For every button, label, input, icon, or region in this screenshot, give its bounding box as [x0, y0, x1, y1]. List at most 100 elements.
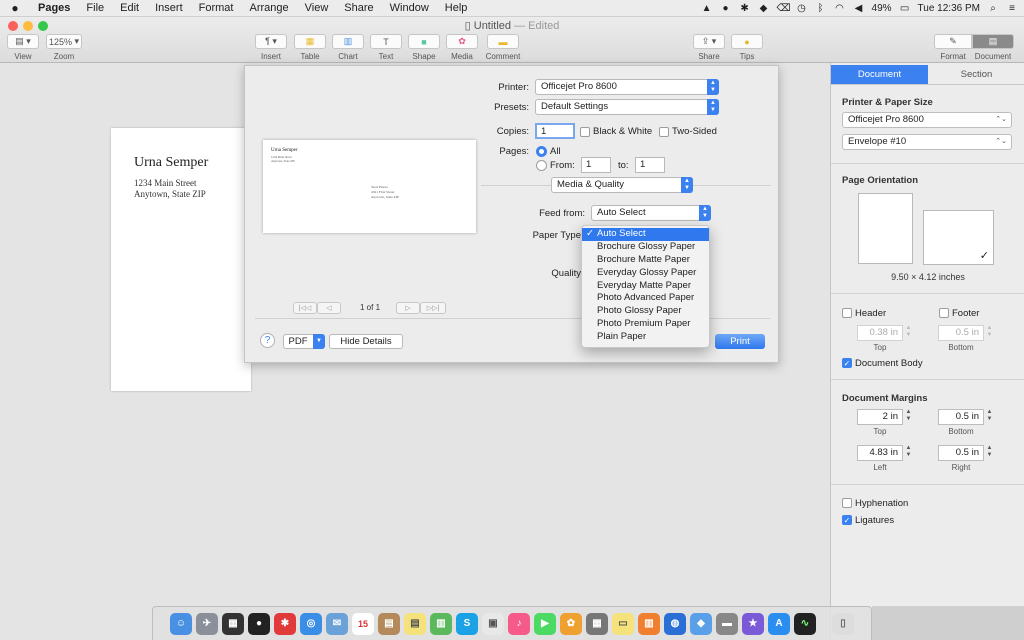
header-margin-field[interactable]: 0.38 in: [857, 325, 903, 341]
time-machine-icon[interactable]: ◷: [796, 3, 808, 14]
hide-details-button[interactable]: Hide Details: [329, 334, 403, 349]
preview-icon[interactable]: ▣: [482, 612, 504, 635]
chart-tool[interactable]: ▥ Chart: [332, 34, 364, 61]
first-page-button[interactable]: |◁◁: [293, 302, 317, 314]
tips-tool[interactable]: ● Tips: [731, 34, 763, 61]
margin-right-field[interactable]: 0.5 in: [938, 445, 984, 461]
document-tool[interactable]: ▤ Document: [972, 34, 1014, 61]
share-tool[interactable]: ⇪ ▾ Share: [693, 34, 725, 61]
skype-icon[interactable]: S: [456, 612, 478, 635]
stepper-icon[interactable]: ▲ ▼: [985, 445, 994, 461]
pages-all-radio[interactable]: [536, 146, 547, 157]
black-white-checkbox[interactable]: [580, 127, 590, 137]
sidebar-icon[interactable]: ▤ ▾: [7, 34, 39, 49]
ibooks-icon[interactable]: ▥: [638, 612, 660, 635]
dropbox-icon[interactable]: ◆: [690, 612, 712, 635]
activity-monitor-icon[interactable]: ∿: [794, 612, 816, 635]
paper-size-popup[interactable]: Envelope #10 ⌃⌄: [842, 134, 1012, 150]
footer-checkbox[interactable]: [939, 308, 949, 318]
printer-popup[interactable]: Officejet Pro 8600 ▲ ▼: [535, 79, 719, 95]
app-icon[interactable]: ★: [742, 612, 764, 635]
finder-icon[interactable]: ☺: [170, 612, 192, 635]
stepper-icon[interactable]: ▲ ▼: [904, 325, 913, 341]
menu-share[interactable]: Share: [336, 2, 381, 14]
menu-view[interactable]: View: [297, 2, 337, 14]
clock[interactable]: Tue 12:36 PM: [918, 3, 980, 14]
comment-tool[interactable]: ▬ Comment: [484, 34, 522, 61]
sender-address[interactable]: 1234 Main Street Anytown, State ZIP: [134, 178, 206, 200]
last-page-button[interactable]: ▷▷|: [420, 302, 446, 314]
status-app-icon[interactable]: ✱: [739, 3, 751, 14]
portrait-orientation[interactable]: [858, 193, 913, 264]
menu-pages[interactable]: Pages: [30, 2, 78, 14]
app-icon[interactable]: ✱: [274, 612, 296, 635]
paper-type-option[interactable]: Photo Premium Paper: [582, 318, 709, 331]
text-icon[interactable]: T: [370, 34, 402, 49]
menu-arrange[interactable]: Arrange: [241, 2, 296, 14]
view-tool[interactable]: ▤ ▾ View: [7, 34, 39, 61]
shape-icon[interactable]: ■: [408, 34, 440, 49]
sender-name[interactable]: Urna Semper: [134, 155, 208, 171]
facetime-icon[interactable]: ▶: [534, 612, 556, 635]
mission-control-icon[interactable]: ▦: [222, 612, 244, 635]
pages-from-radio[interactable]: [536, 160, 547, 171]
status-app-icon[interactable]: ▲: [701, 3, 713, 14]
app-store-icon[interactable]: A: [768, 612, 790, 635]
section-popup[interactable]: Media & Quality ▲ ▼: [551, 177, 693, 193]
tips-icon[interactable]: ●: [731, 34, 763, 49]
format-tool[interactable]: ✎ Format: [934, 34, 972, 61]
status-app-icon[interactable]: ●: [720, 3, 732, 14]
stepper-icon[interactable]: ▲ ▼: [985, 409, 994, 425]
tab-section[interactable]: Section: [928, 65, 1024, 84]
ligatures-checkbox[interactable]: ✓: [842, 515, 852, 525]
photos-icon[interactable]: ✿: [560, 612, 582, 635]
globe-icon[interactable]: ◍: [664, 612, 686, 635]
paper-type-option[interactable]: Everyday Matte Paper: [582, 280, 709, 293]
margin-bottom-field[interactable]: 0.5 in: [938, 409, 984, 425]
pages-from-field[interactable]: 1: [581, 157, 611, 173]
hyphenation-checkbox[interactable]: [842, 498, 852, 508]
calendar-icon[interactable]: 15: [352, 612, 374, 635]
menu-edit[interactable]: Edit: [112, 2, 147, 14]
table-tool[interactable]: ▦ Table: [294, 34, 326, 61]
apple-menu-icon[interactable]: ●: [0, 1, 30, 15]
volume-icon[interactable]: ◀: [853, 3, 865, 14]
chart-icon[interactable]: ▥: [332, 34, 364, 49]
status-app-icon[interactable]: ⌫: [777, 3, 791, 14]
document-icon[interactable]: ▤: [972, 34, 1014, 49]
stepper-icon[interactable]: ▲ ▼: [985, 325, 994, 341]
menu-window[interactable]: Window: [382, 2, 437, 14]
copies-field[interactable]: 1: [535, 123, 575, 139]
spotlight-icon[interactable]: ⌕: [987, 3, 999, 14]
trash-icon[interactable]: ▯: [832, 612, 854, 635]
notification-center-icon[interactable]: ≡: [1006, 3, 1018, 14]
paper-type-option[interactable]: Brochure Glossy Paper: [582, 241, 709, 254]
media-icon[interactable]: ✿: [446, 34, 478, 49]
menu-format[interactable]: Format: [191, 2, 242, 14]
format-brush-icon[interactable]: ✎: [934, 34, 972, 49]
itunes-icon[interactable]: ♪: [508, 612, 530, 635]
comment-icon[interactable]: ▬: [487, 34, 519, 49]
two-sided-checkbox[interactable]: [659, 127, 669, 137]
share-icon[interactable]: ⇪ ▾: [693, 34, 725, 49]
print-button[interactable]: Print: [715, 334, 765, 349]
shape-tool[interactable]: ■ Shape: [408, 34, 440, 61]
battery-icon[interactable]: ▭: [899, 3, 911, 14]
stepper-icon[interactable]: ▲ ▼: [904, 445, 913, 461]
margin-top-field[interactable]: 2 in: [857, 409, 903, 425]
paper-type-option[interactable]: Photo Glossy Paper: [582, 305, 709, 318]
landscape-orientation[interactable]: ✓: [923, 210, 994, 265]
safari-icon[interactable]: ◎: [300, 612, 322, 635]
inspector-printer-popup[interactable]: Officejet Pro 8600 ⌃⌄: [842, 112, 1012, 128]
zoom-popup[interactable]: 125% ▾: [46, 34, 82, 49]
menu-insert[interactable]: Insert: [147, 2, 191, 14]
zoom-tool[interactable]: 125% ▾ Zoom: [46, 34, 82, 61]
wifi-icon[interactable]: ◠: [834, 3, 846, 14]
numbers-icon[interactable]: ▥: [430, 612, 452, 635]
pages-to-field[interactable]: 1: [635, 157, 665, 173]
margin-left-field[interactable]: 4.83 in: [857, 445, 903, 461]
table-icon[interactable]: ▦: [294, 34, 326, 49]
paragraph-icon[interactable]: ¶ ▾: [255, 34, 287, 49]
pdf-menu-button[interactable]: PDF ▼: [283, 334, 325, 349]
bluetooth-icon[interactable]: ᛒ: [815, 3, 827, 14]
